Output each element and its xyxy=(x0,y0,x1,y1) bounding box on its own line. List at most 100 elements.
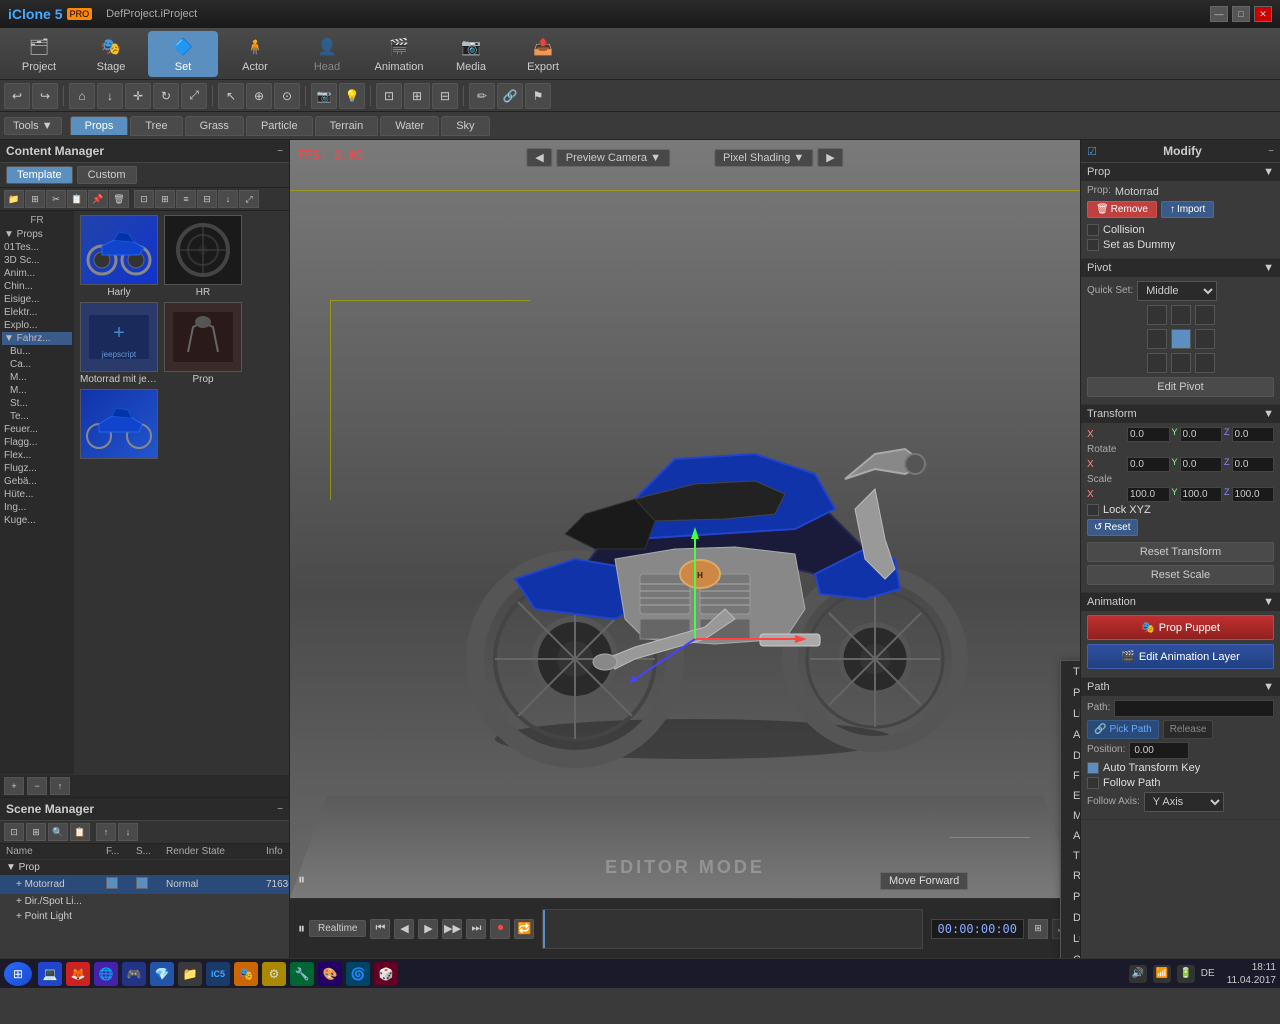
modify-checkbox[interactable]: ☑ xyxy=(1087,145,1097,158)
modify-collapse[interactable]: − xyxy=(1268,146,1274,157)
preview-camera-button[interactable]: Preview Camera ▼ xyxy=(557,149,670,167)
tool-e[interactable]: 🔗 xyxy=(497,83,523,109)
sm-tool-2[interactable]: ⊞ xyxy=(26,823,46,841)
ctx-item-remove-anim[interactable]: Remove All Animation xyxy=(1061,866,1080,886)
cm-add-button[interactable]: + xyxy=(4,777,24,795)
tree-item-bu[interactable]: Bu... xyxy=(2,345,72,358)
tab-grass[interactable]: Grass xyxy=(185,116,244,136)
path-section-header[interactable]: Path ▼ xyxy=(1081,678,1280,696)
tools-dropdown-button[interactable]: Tools ▼ xyxy=(4,117,62,135)
rotate-z-field[interactable] xyxy=(1232,457,1275,472)
cm-tool-8[interactable]: ⊞ xyxy=(155,190,175,208)
play-pause-button[interactable]: ⏸ xyxy=(298,871,305,888)
ctx-item-transform[interactable]: Transform ▶ xyxy=(1061,661,1080,682)
pivot-cell-tl[interactable] xyxy=(1147,305,1167,325)
ctx-item-drama-script[interactable]: Drama Script ▶ xyxy=(1061,907,1080,928)
rotate-x-field[interactable] xyxy=(1127,457,1170,472)
prop-item-bike2[interactable] xyxy=(79,389,159,461)
taskbar-icon-4[interactable]: 🎮 xyxy=(122,962,146,986)
release-button[interactable]: Release xyxy=(1163,720,1214,739)
auto-transform-checkbox[interactable] xyxy=(1087,762,1099,774)
tree-item-3dsc[interactable]: 3D Sc... xyxy=(2,254,72,267)
nav-right-button[interactable]: ▶ xyxy=(817,148,843,167)
tab-particle[interactable]: Particle xyxy=(246,116,313,136)
menu-item-media[interactable]: 📷 Media xyxy=(436,31,506,77)
taskbar-icon-9[interactable]: ⚙ xyxy=(262,962,286,986)
cm-tool-11[interactable]: ↓ xyxy=(218,190,238,208)
tree-item-01tes[interactable]: 01Tes... xyxy=(2,241,72,254)
ctx-item-display[interactable]: Display ▶ xyxy=(1061,745,1080,766)
menu-item-set[interactable]: 🔷 Set xyxy=(148,31,218,77)
path-input-field[interactable] xyxy=(1114,700,1274,717)
ctx-item-add-library[interactable]: Add to Library xyxy=(1061,826,1080,846)
minimize-button[interactable]: — xyxy=(1210,6,1228,22)
vp-record-button[interactable]: ⏺ xyxy=(490,919,510,939)
vp-play-button[interactable]: ▶ xyxy=(418,919,438,939)
scale-button[interactable]: ⤢ xyxy=(181,83,207,109)
prop-item-motorrad[interactable]: + jeepscript Motorrad mit jeepscript xyxy=(79,302,159,385)
tree-item-elektr[interactable]: Elektr... xyxy=(2,306,72,319)
tool-b[interactable]: ⊞ xyxy=(404,83,430,109)
pivot-cell-bl[interactable] xyxy=(1147,353,1167,373)
move2-button[interactable]: ⊕ xyxy=(246,83,272,109)
tray-icon-1[interactable]: 🔊 xyxy=(1129,965,1147,983)
tree-item-st[interactable]: St... xyxy=(2,397,72,410)
scene-manager-collapse[interactable]: − xyxy=(277,804,283,815)
taskbar-icon-6[interactable]: 📁 xyxy=(178,962,202,986)
table-row[interactable]: + Dir./Spot Li... xyxy=(0,894,289,909)
tree-item-kuge[interactable]: Kuge... xyxy=(2,514,72,527)
tab-sky[interactable]: Sky xyxy=(441,116,489,136)
nav-left-button[interactable]: ◀ xyxy=(526,148,552,167)
tree-item-feuer[interactable]: Feuer... xyxy=(2,423,72,436)
menu-item-project[interactable]: 🗂 Project xyxy=(4,31,74,77)
pivot-section-header[interactable]: Pivot ▼ xyxy=(1081,259,1280,277)
vp-next-button[interactable]: ▶▶ xyxy=(442,919,462,939)
pivot-cell-mr[interactable] xyxy=(1195,329,1215,349)
cm-tool-9[interactable]: ≡ xyxy=(176,190,196,208)
follow-axis-dropdown[interactable]: Y Axis xyxy=(1144,792,1224,812)
ctx-item-attach[interactable]: Attach ▶ xyxy=(1061,724,1080,745)
cm-tool-5[interactable]: 📌 xyxy=(88,190,108,208)
close-button[interactable]: ✕ xyxy=(1254,6,1272,22)
taskbar-icon-8[interactable]: 🎭 xyxy=(234,962,258,986)
tab-water[interactable]: Water xyxy=(380,116,439,136)
cm-tool-7[interactable]: ⊡ xyxy=(134,190,154,208)
cm-tool-6[interactable]: 🗑 xyxy=(109,190,129,208)
tree-item-m1[interactable]: M... xyxy=(2,371,72,384)
dummy-check-row[interactable]: Set as Dummy xyxy=(1087,239,1274,251)
tree-item-hute[interactable]: Hüte... xyxy=(2,488,72,501)
taskbar-icon-11[interactable]: 🎨 xyxy=(318,962,342,986)
table-row[interactable]: ▼ Prop xyxy=(0,860,289,875)
lock-xyz-checkbox[interactable] xyxy=(1087,504,1099,516)
edit-pivot-button[interactable]: Edit Pivot xyxy=(1087,377,1274,397)
start-button[interactable]: ⊞ xyxy=(4,962,32,986)
vp-loop-button[interactable]: 🔁 xyxy=(514,919,534,939)
viewport[interactable]: H FPS: 0.00 ◀ Preview Came xyxy=(290,140,1080,958)
cm-tool-12[interactable]: ⤢ xyxy=(239,190,259,208)
pivot-cell-tc[interactable] xyxy=(1171,305,1191,325)
cm-import-button[interactable]: ↑ xyxy=(50,777,70,795)
tree-item-flugz[interactable]: Flugz... xyxy=(2,462,72,475)
cm-tab-custom[interactable]: Custom xyxy=(77,166,137,184)
collision-checkbox[interactable] xyxy=(1087,224,1099,236)
remove-button[interactable]: 🗑 Remove xyxy=(1087,201,1157,218)
tool-a[interactable]: ⊡ xyxy=(376,83,402,109)
tray-icon-3[interactable]: 🔋 xyxy=(1177,965,1195,983)
viewport-timeline[interactable] xyxy=(542,909,922,949)
prop-item-prop[interactable]: Prop xyxy=(163,302,243,385)
shadow-check[interactable] xyxy=(136,877,148,889)
realtime-button[interactable]: Realtime xyxy=(309,920,366,937)
move-y-field[interactable] xyxy=(1180,427,1223,442)
tool-c[interactable]: ⊟ xyxy=(432,83,458,109)
prop-puppet-button[interactable]: 🎭 Prop Puppet xyxy=(1087,615,1274,640)
menu-item-animation[interactable]: 🎬 Animation xyxy=(364,31,434,77)
vp-prev-frame-button[interactable]: ⏮ xyxy=(370,919,390,939)
visibility-check[interactable] xyxy=(106,877,118,889)
tray-icon-2[interactable]: 📶 xyxy=(1153,965,1171,983)
taskbar-icon-13[interactable]: 🎲 xyxy=(374,962,398,986)
tree-item-explo[interactable]: Explo... xyxy=(2,319,72,332)
edit-animation-layer-button[interactable]: 🎬 Edit Animation Layer xyxy=(1087,644,1274,669)
sm-tool-6[interactable]: ↓ xyxy=(118,823,138,841)
tree-item-anim[interactable]: Anim... xyxy=(2,267,72,280)
menu-item-actor[interactable]: 🧍 Actor xyxy=(220,31,290,77)
